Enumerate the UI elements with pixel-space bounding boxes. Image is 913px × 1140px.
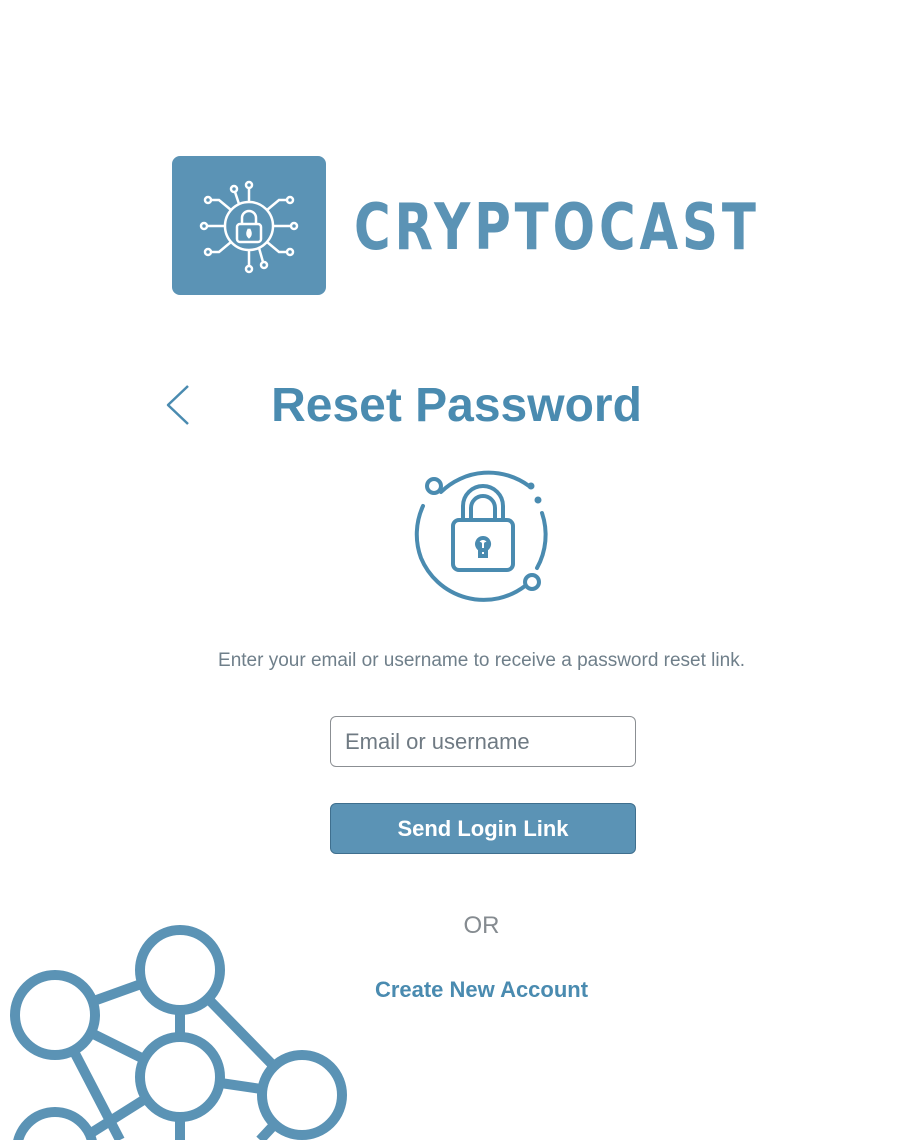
network-graph-icon: [10, 925, 347, 1140]
page-title: Reset Password: [271, 379, 642, 432]
brand-logo: CRYPTOCAST: [160, 140, 760, 310]
logo-mark: [172, 156, 326, 295]
lock-orbit-icon: [414, 470, 548, 602]
instructions-text: Enter your email or username to receive …: [218, 650, 745, 671]
send-login-link-button[interactable]: Send Login Link: [330, 803, 636, 854]
circuit-lock-icon: [199, 180, 299, 274]
brand-name: CRYPTOCAST: [354, 191, 760, 265]
email-username-input[interactable]: [330, 716, 636, 767]
